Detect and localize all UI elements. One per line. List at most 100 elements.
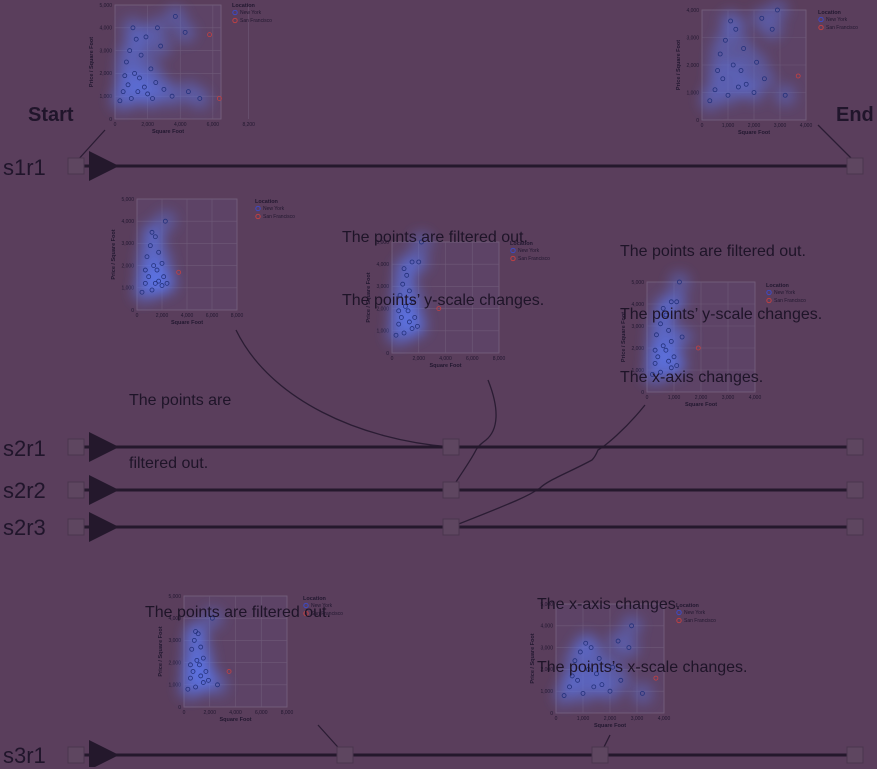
y-tick-label: 2,000: [168, 660, 181, 666]
track-node: [336, 746, 354, 764]
track-s3r1: [67, 740, 864, 767]
x-tick-label: 6,000: [255, 710, 268, 716]
x-tick-label: 4,000: [439, 356, 452, 362]
x-tick-label: 0: [136, 313, 139, 319]
y-tick-label: 0: [178, 705, 181, 711]
legend-new-york-marker: [818, 16, 824, 23]
legend: LocationNew York San Francisco: [232, 3, 272, 24]
track-node: [846, 746, 864, 764]
note-s2r2: The points are filtered out. The points’…: [342, 185, 544, 332]
y-tick-label: 0: [550, 711, 553, 717]
x-tick-label: 2,000: [412, 356, 425, 362]
y-tick-label: 0: [696, 118, 699, 124]
x-axis-title: Square Foot: [738, 130, 770, 136]
x-tick-label: 4,000: [658, 716, 671, 722]
x-tick-label: 6,000: [206, 313, 219, 319]
x-tick-label: 1,000: [577, 716, 590, 722]
y-axis-title: Price / Square Foot: [111, 229, 117, 279]
note-line: The x-axis changes.: [620, 369, 764, 386]
note-s3r1-a: The points are filtered out.: [145, 560, 331, 644]
glow-spot: [188, 87, 211, 110]
y-tick-label: 2,000: [686, 63, 699, 69]
s2r1-chart: 0 2,000 4,000 6,000 8,00001,0002,0003,0004,0…: [111, 197, 295, 326]
track-node: [846, 438, 864, 456]
y-tick-label: 0: [109, 117, 112, 123]
x-tick-label: 2,000: [156, 313, 169, 319]
y-tick-label: 4,000: [121, 219, 134, 225]
legend-entry: New York: [263, 206, 285, 212]
start-label: Start: [28, 104, 74, 126]
legend-san-francisco-marker: [255, 213, 261, 220]
note-line: The points’ y-scale changes.: [342, 292, 545, 309]
row-label-s1r1: s1r1: [3, 155, 46, 180]
y-tick-label: 2,000: [121, 263, 134, 269]
x-tick-label: 0: [555, 716, 558, 722]
y-tick-label: 0: [131, 308, 134, 314]
x-axis-title: Square Foot: [171, 320, 203, 326]
x-tick-label: 2,000: [203, 710, 216, 716]
track-node: [442, 518, 460, 536]
y-axis-title: Price / Square Foot: [530, 633, 536, 683]
x-tick-label: 8,200: [242, 122, 255, 128]
note-line: The points are filtered out.: [620, 243, 806, 260]
x-tick-label: 3,000: [774, 123, 787, 129]
y-tick-label: 1,000: [686, 90, 699, 96]
legend-new-york-marker: [232, 9, 238, 16]
track-node: [67, 746, 85, 764]
row-label-s3r1: s3r1: [3, 743, 46, 768]
x-tick-label: 8,000: [231, 313, 244, 319]
x-tick-label: 6,000: [466, 356, 479, 362]
glow-spot: [154, 210, 177, 233]
x-tick-label: 2,000: [748, 123, 761, 129]
x-tick-label: 8,000: [281, 710, 294, 716]
x-axis-title: Square Foot: [429, 363, 461, 369]
note-line: The points are: [129, 392, 232, 409]
legend-entry: New York: [826, 17, 848, 23]
glow-spot: [206, 673, 229, 696]
track-node: [67, 481, 85, 499]
legend-title: Location: [255, 199, 279, 205]
end-chart: 0 1,000 2,000 3,000 4,000 0 1,000 2,000 3,000 4,0…: [676, 0, 858, 136]
note-line: The points are filtered out.: [145, 604, 331, 621]
note-line: The points’s x-scale changes.: [537, 659, 748, 676]
y-axis-title: Price / Square Foot: [89, 37, 95, 87]
note-s2r3: The points are filtered out. The points’…: [620, 199, 822, 409]
x-tick-label: 4,000: [800, 123, 813, 129]
legend-san-francisco-marker: [232, 17, 238, 24]
legend: LocationNew York San Francisco: [818, 10, 858, 31]
y-tick-label: 3,000: [99, 48, 112, 54]
glow-spot: [179, 653, 202, 676]
y-tick-label: 5,000: [99, 3, 112, 9]
x-tick-label: 8,000: [493, 356, 506, 362]
row-label-s2r3: s2r3: [3, 515, 46, 540]
y-tick-label: 3,000: [121, 241, 134, 247]
note-line: filtered out.: [129, 455, 209, 472]
legend: LocationNew York San Francisco: [255, 199, 295, 220]
track-node: [591, 746, 609, 764]
legend-san-francisco-marker: [818, 24, 824, 31]
x-tick-label: 3,000: [631, 716, 644, 722]
track-node: [846, 518, 864, 536]
x-tick-label: 2,000: [141, 122, 154, 128]
connector-s2r2: [450, 379, 497, 491]
track-node: [67, 157, 85, 175]
start-chart: 0 2,000 4,000 6,000 8,20001,0002,0003,0004,0…: [89, 3, 272, 135]
x-tick-label: 0: [183, 710, 186, 716]
x-tick-label: 2,000: [604, 716, 617, 722]
track-node: [442, 438, 460, 456]
legend-entry: New York: [240, 10, 262, 16]
x-tick-label: 6,000: [207, 122, 220, 128]
x-tick-label: 4,000: [174, 122, 187, 128]
legend-title: Location: [232, 3, 256, 9]
glow-spot: [706, 59, 729, 82]
glow-spot: [766, 0, 789, 21]
glow-spot: [174, 21, 197, 44]
connector-start: [75, 129, 106, 163]
x-tick-label: 0: [701, 123, 704, 129]
note-s2r1: The points are filtered out.: [129, 348, 231, 495]
note-line: The points are filtered out.: [342, 229, 528, 246]
connector-s2r3: [450, 404, 646, 528]
glow-spot: [753, 67, 776, 90]
connector-end: [817, 124, 856, 163]
x-tick-label: 0: [391, 356, 394, 362]
